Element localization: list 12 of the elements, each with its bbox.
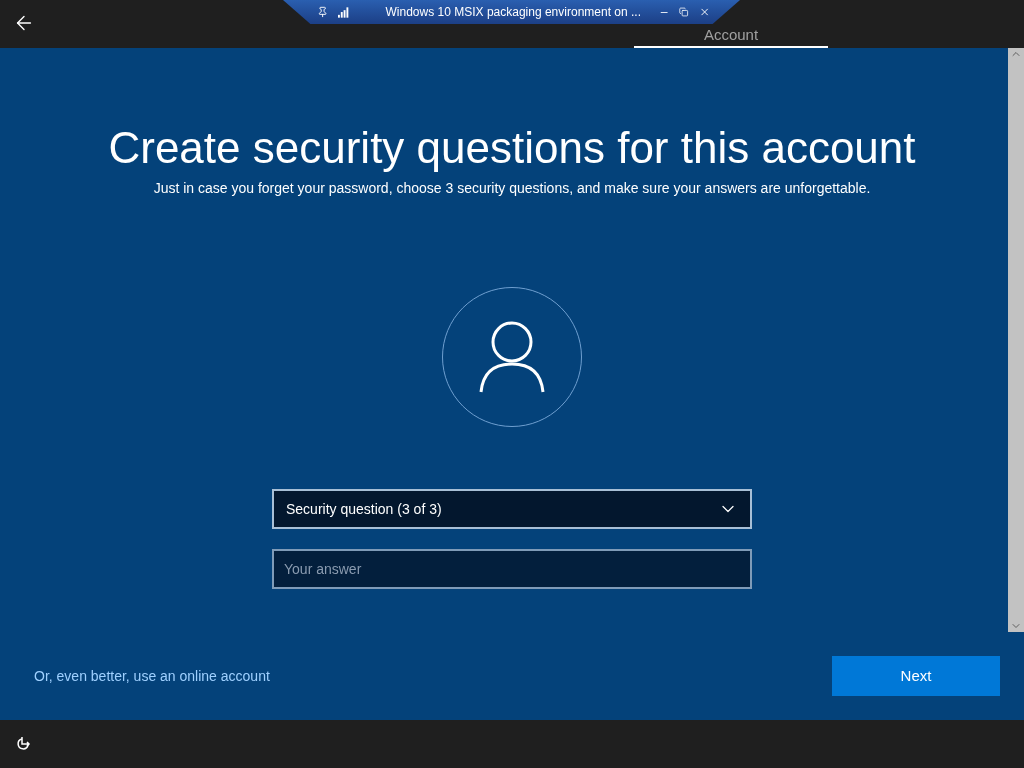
connection-title: Windows 10 MSIX packaging environment on ... [385,4,641,21]
restore-icon[interactable] [679,7,689,17]
page-subtitle: Just in case you forget your password, choose 3 security questions, and make sure your answers are unforgettable. [153,179,871,198]
page-title: Create security questions for this account [108,122,916,174]
pin-icon[interactable] [317,6,329,18]
person-icon [479,320,545,394]
next-button[interactable]: Next [832,656,1000,696]
close-icon[interactable] [698,6,710,18]
signal-icon [338,6,350,18]
answer-field[interactable]: Your answer [272,549,752,589]
security-question-dropdown[interactable]: Security question (3 of 3) [272,489,752,529]
online-account-link[interactable]: Or, even better, use an online account [34,665,270,687]
